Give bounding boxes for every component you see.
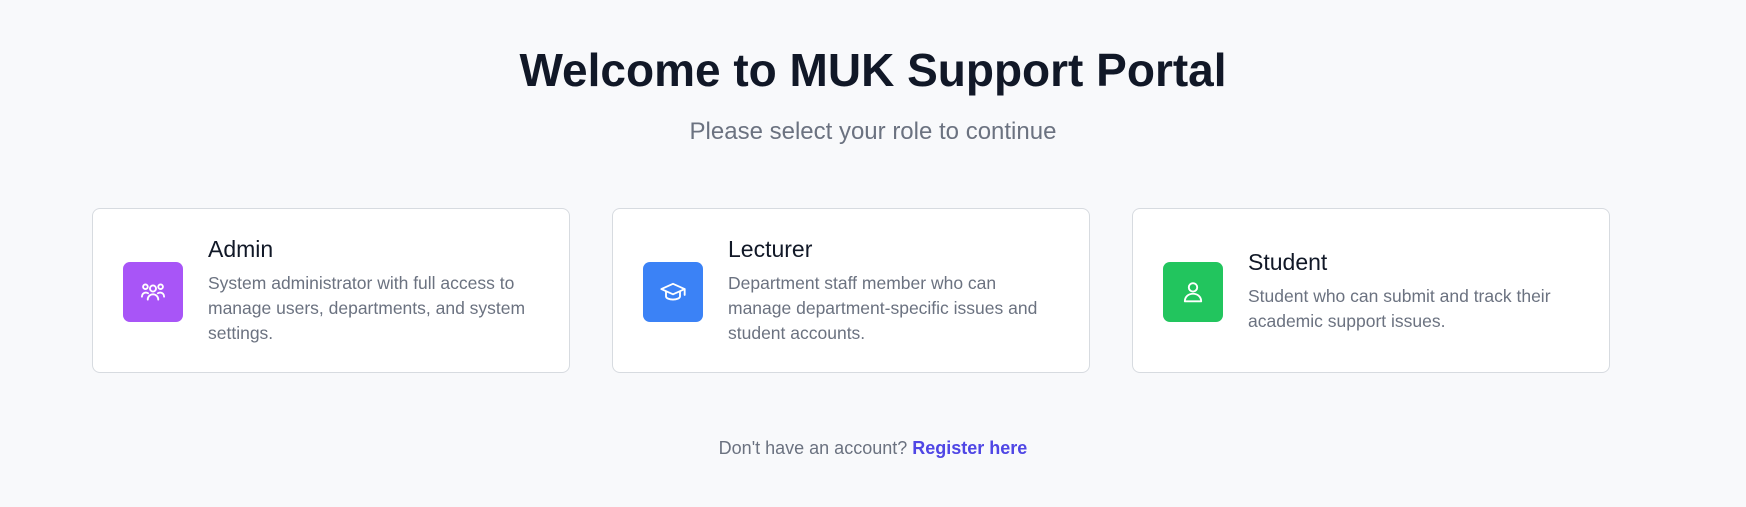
- register-prompt-text: Don't have an account?: [718, 438, 908, 458]
- role-cards: Admin System administrator with full acc…: [92, 208, 1612, 375]
- role-title-lecturer: Lecturer: [728, 236, 813, 262]
- graduation-cap-icon: [660, 282, 686, 301]
- role-card-lecturer[interactable]: Lecturer Department staff member who can…: [612, 208, 1090, 373]
- role-card-student[interactable]: Student Student who can submit and track…: [1132, 208, 1610, 373]
- role-description-admin: System administrator with full access to…: [208, 273, 526, 343]
- student-icon-box: [1163, 262, 1223, 322]
- role-selection-page: Welcome to MUK Support Portal Please sel…: [0, 0, 1746, 507]
- lecturer-icon-box: [643, 262, 703, 322]
- lecturer-card-text: Lecturer Department staff member who can…: [728, 209, 1061, 372]
- role-title-admin: Admin: [208, 236, 274, 262]
- role-title-student: Student: [1248, 248, 1328, 275]
- role-description-lecturer: Department staff member who can manage d…: [728, 273, 1038, 343]
- users-icon: [140, 283, 166, 301]
- admin-card-text: Admin System administrator with full acc…: [208, 209, 541, 372]
- role-description-student: Student who can submit and track their a…: [1248, 285, 1551, 331]
- admin-icon-box: [123, 262, 183, 322]
- register-prompt: Don't have an account? Register here: [0, 435, 1746, 461]
- page-title: Welcome to MUK Support Portal: [519, 44, 1227, 96]
- register-link[interactable]: Register here: [912, 438, 1027, 458]
- role-card-admin[interactable]: Admin System administrator with full acc…: [92, 208, 570, 373]
- student-card-text: Student Student who can submit and track…: [1248, 209, 1581, 372]
- user-icon: [1183, 282, 1203, 303]
- page-subtitle: Please select your role to continue: [689, 118, 1057, 145]
